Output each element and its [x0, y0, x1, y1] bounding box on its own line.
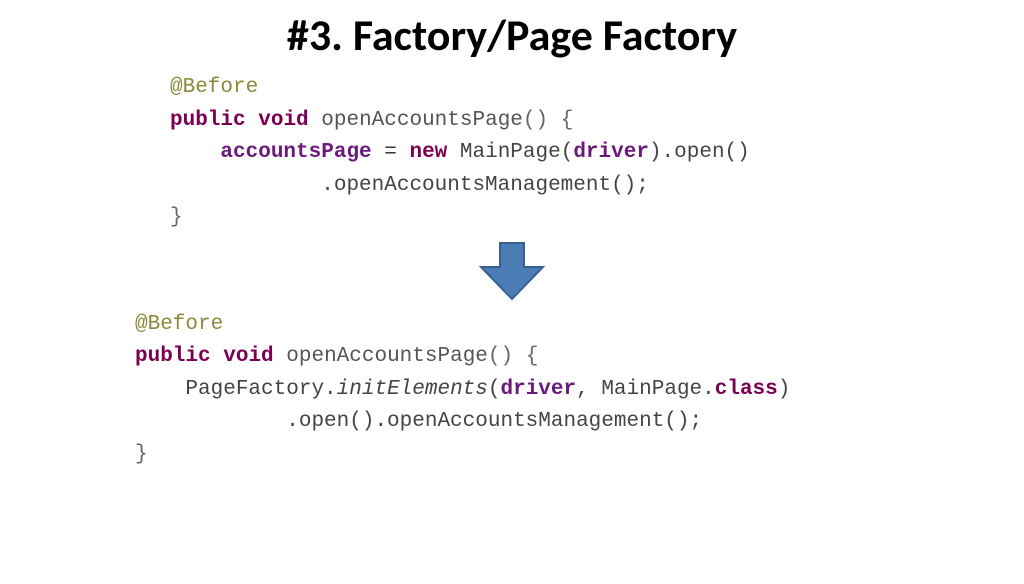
down-arrow-icon	[477, 241, 547, 303]
method-name: openAccountsPage	[321, 109, 523, 132]
keyword-void: void	[223, 345, 273, 368]
keyword-public: public	[170, 109, 246, 132]
slide-title: #3. Factory/Page Factory	[0, 8, 1024, 62]
close-brace: }	[135, 443, 148, 466]
pagefactory-class: PageFactory.	[185, 378, 336, 401]
rpar: )	[778, 378, 791, 401]
open-accounts-chain: .openAccountsManagement();	[321, 174, 649, 197]
keyword-void: void	[258, 109, 308, 132]
annotation: @Before	[135, 313, 223, 336]
method-name: openAccountsPage	[286, 345, 488, 368]
open-chain: ).open()	[649, 141, 750, 164]
mainpage-ctor: MainPage(	[447, 141, 573, 164]
keyword-new: new	[409, 141, 447, 164]
open-chain: .open().openAccountsManagement();	[286, 410, 702, 433]
annotation: @Before	[170, 76, 258, 99]
initelements-method: initElements	[337, 378, 488, 401]
close-brace: }	[170, 206, 183, 229]
sig-tail: () {	[523, 109, 573, 132]
var-driver: driver	[573, 141, 649, 164]
keyword-public: public	[135, 345, 211, 368]
sig-tail: () {	[488, 345, 538, 368]
comma-mainpage: , MainPage.	[576, 378, 715, 401]
field-accountsPage: accountsPage	[220, 141, 371, 164]
equals: =	[372, 141, 410, 164]
arrow-divider	[0, 241, 1024, 303]
lpar: (	[488, 378, 501, 401]
var-driver: driver	[501, 378, 577, 401]
keyword-class: class	[715, 378, 778, 401]
code-block-before: @Before public void openAccountsPage() {…	[170, 72, 1024, 235]
code-block-after: @Before public void openAccountsPage() {…	[135, 309, 1024, 472]
